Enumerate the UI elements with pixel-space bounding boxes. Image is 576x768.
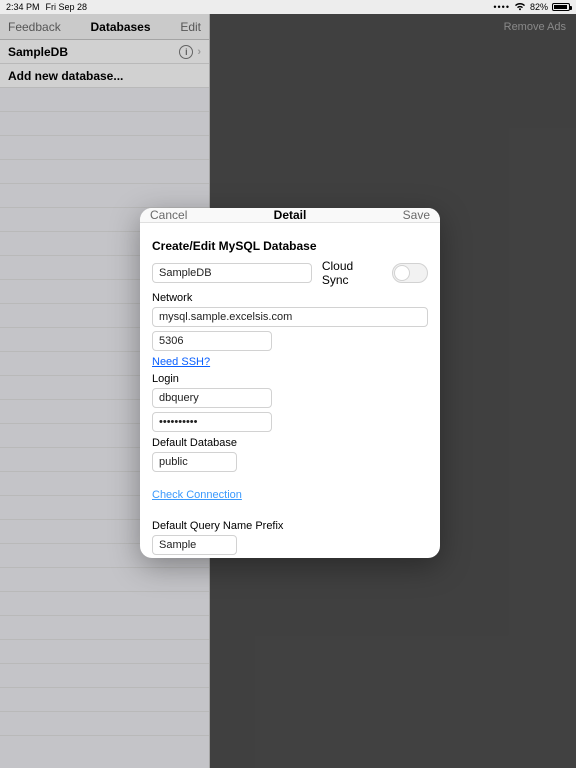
network-label: Network <box>152 292 428 304</box>
cloud-sync-toggle[interactable] <box>392 263 428 283</box>
db-name-input[interactable] <box>152 263 312 283</box>
wifi-icon <box>514 2 526 13</box>
host-input[interactable] <box>152 307 428 327</box>
clock: 2:34 PM <box>6 2 40 12</box>
cancel-button[interactable]: Cancel <box>150 208 187 222</box>
modal-title: Detail <box>274 208 307 222</box>
battery-icon <box>552 3 570 11</box>
port-input[interactable] <box>152 331 272 351</box>
battery-pct: 82% <box>530 2 548 12</box>
signal-dots-icon: •••• <box>493 2 510 12</box>
cloud-sync-label: Cloud Sync <box>322 259 380 287</box>
need-ssh-link[interactable]: Need SSH? <box>152 356 210 368</box>
save-button[interactable]: Save <box>403 208 430 222</box>
login-pass-input[interactable] <box>152 412 272 432</box>
status-bar: 2:34 PM Fri Sep 28 •••• 82% <box>0 0 576 14</box>
detail-modal: Cancel Detail Save Create/Edit MySQL Dat… <box>140 208 440 558</box>
app-root: 2:34 PM Fri Sep 28 •••• 82% Feedback Dat… <box>0 0 576 768</box>
login-user-input[interactable] <box>152 388 272 408</box>
modal-body: Create/Edit MySQL Database Cloud Sync Ne… <box>140 223 440 558</box>
date: Fri Sep 28 <box>46 2 88 12</box>
default-db-input[interactable] <box>152 452 237 472</box>
default-db-label: Default Database <box>152 437 428 449</box>
prefix-label: Default Query Name Prefix <box>152 520 428 532</box>
check-connection-link[interactable]: Check Connection <box>152 489 242 501</box>
form-section-title: Create/Edit MySQL Database <box>152 239 428 253</box>
login-label: Login <box>152 373 428 385</box>
modal-header: Cancel Detail Save <box>140 208 440 223</box>
prefix-input[interactable] <box>152 535 237 555</box>
